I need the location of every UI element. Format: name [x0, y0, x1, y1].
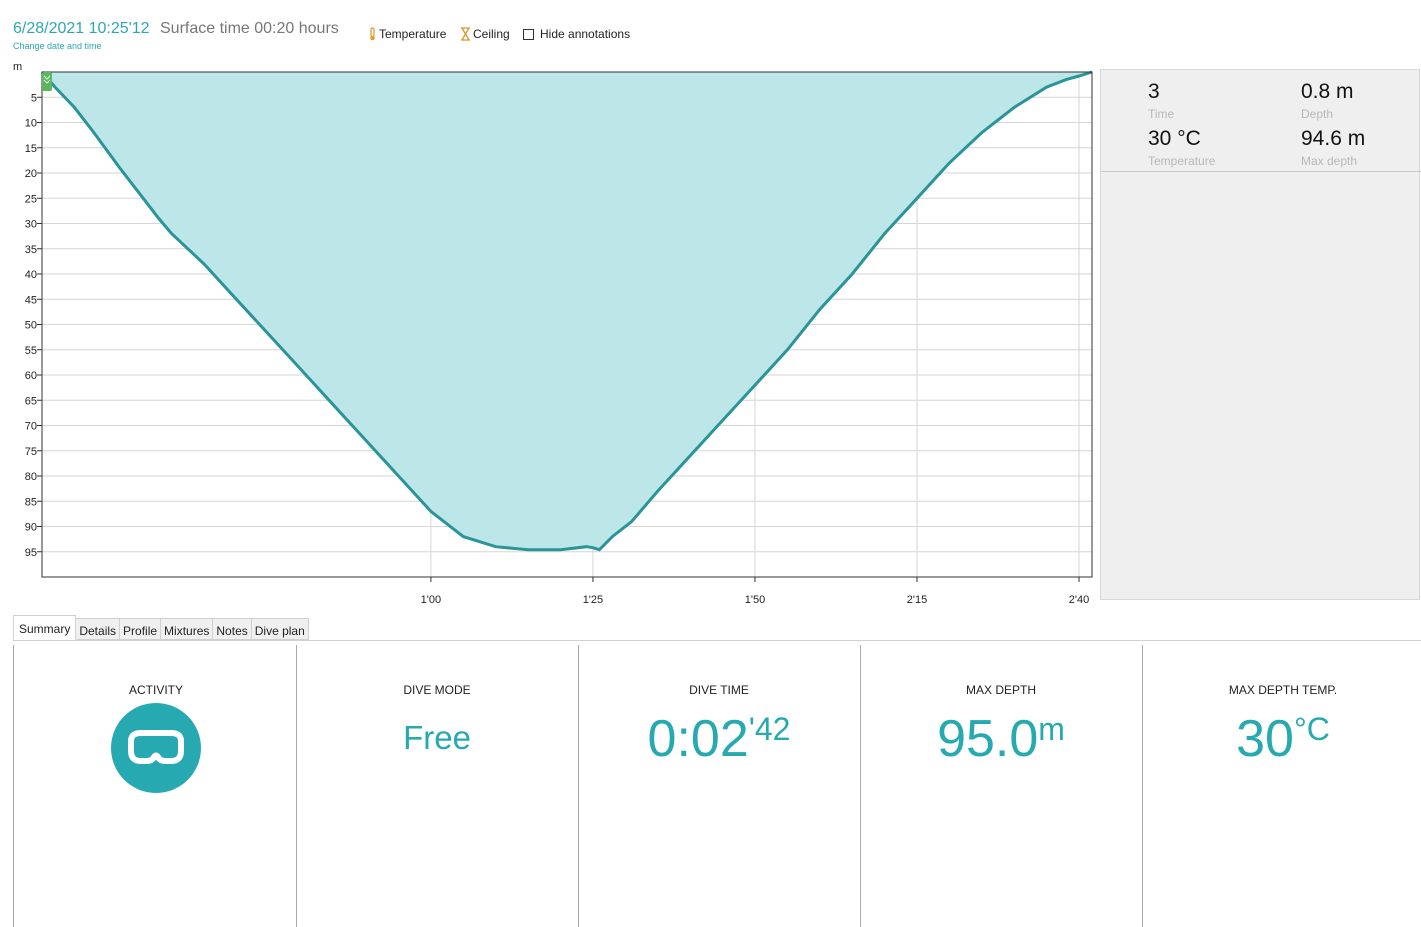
hourglass-icon: [461, 27, 470, 41]
info-time-label: Time: [1148, 107, 1175, 121]
tab-profile[interactable]: Profile: [120, 618, 162, 640]
y-tick-label: 20: [25, 168, 37, 180]
y-axis-unit-label: m: [13, 61, 22, 73]
x-tick-label: 2'15: [907, 594, 927, 606]
ceiling-toggle[interactable]: Ceiling: [460, 27, 510, 41]
y-tick-label: 90: [25, 522, 37, 534]
y-tick-label: 60: [25, 370, 37, 382]
y-tick-label: 15: [25, 143, 37, 155]
change-date-link[interactable]: Change date and time: [13, 41, 102, 51]
y-tick-label: 5: [31, 92, 37, 104]
activity-title: ACTIVITY: [128, 683, 183, 697]
x-tick-label: 2'40: [1069, 594, 1089, 606]
snorkel-mask-icon: [111, 703, 201, 793]
x-tick-label: 1'25: [583, 594, 603, 606]
dive-time-title: DIVE TIME: [689, 683, 749, 697]
tab-summary[interactable]: Summary: [13, 615, 77, 640]
max-depth-temp-value: 30°C: [1143, 709, 1421, 769]
hide-annotations-label: Hide annotations: [540, 27, 631, 41]
tab-details[interactable]: Details: [76, 618, 121, 640]
dive-profile-chart: m 5 10 15 20 25 30 35 40 45 50 55 60 65 70 75 80 85 90 95 1…: [13, 61, 1093, 606]
info-depth-value: 0.8 m: [1301, 80, 1354, 103]
y-tick-label: 35: [25, 244, 37, 256]
y-tick-label: 80: [25, 471, 37, 483]
temperature-label: Temperature: [379, 27, 447, 41]
surface-time: Surface time 00:20 hours: [160, 20, 339, 37]
summary-panel: ACTIVITY DIVE MODE Free DIVE TIME 0:02'4…: [13, 641, 1421, 927]
info-divider: [1101, 171, 1421, 172]
y-tick-label: 85: [25, 496, 37, 508]
tab-strip: Summary Details Profile Mixtures Notes D…: [13, 615, 309, 640]
column-divider: [13, 645, 14, 927]
y-tick-label: 30: [25, 219, 37, 231]
cursor-info-panel: 3 Time 0.8 m Depth 30 °C Temperature 94.…: [1100, 69, 1421, 600]
temperature-toggle[interactable]: Temperature: [368, 27, 446, 41]
info-temperature-value: 30 °C: [1148, 127, 1201, 150]
info-max-depth-value: 94.6 m: [1301, 127, 1366, 150]
max-depth-value: 95.0m: [861, 709, 1141, 769]
tab-mixtures[interactable]: Mixtures: [161, 618, 214, 640]
hide-annotations-checkbox[interactable]: [523, 28, 534, 40]
y-tick-label: 10: [25, 118, 37, 130]
info-time-value: 3: [1148, 80, 1160, 103]
dive-start-marker-icon: [42, 72, 52, 91]
y-tick-label: 45: [25, 294, 37, 306]
ceiling-label: Ceiling: [473, 27, 510, 41]
y-tick-label: 65: [25, 395, 37, 407]
y-tick-label: 50: [25, 320, 37, 332]
y-tick-label: 40: [25, 269, 37, 281]
x-tick-label: 1'50: [745, 594, 765, 606]
max-depth-temp-unit: °C: [1293, 711, 1330, 747]
y-tick-label: 75: [25, 446, 37, 458]
max-depth-main: 95.0: [937, 710, 1039, 768]
tab-dive-plan[interactable]: Dive plan: [251, 618, 309, 640]
y-tick-label: 25: [25, 193, 37, 205]
x-tick-label: 1'00: [421, 594, 441, 606]
max-depth-temp-main: 30: [1236, 710, 1294, 768]
y-tick-label: 70: [25, 421, 37, 433]
dive-date-time: 6/28/2021 10:25'12: [13, 20, 150, 37]
dive-time-main: 0:02: [647, 710, 749, 768]
thermometer-icon: [370, 27, 375, 41]
max-depth-temp-title: MAX DEPTH TEMP.: [1228, 683, 1338, 697]
dive-time-value: 0:02'42: [579, 709, 859, 769]
y-tick-label: 55: [25, 345, 37, 357]
dive-mode-value: Free: [403, 719, 471, 756]
max-depth-title: MAX DEPTH: [965, 683, 1036, 697]
tab-notes[interactable]: Notes: [213, 618, 252, 640]
info-max-depth-label: Max depth: [1301, 154, 1358, 168]
dive-time-seconds: '42: [748, 711, 791, 747]
depth-area-fill: [42, 72, 1092, 550]
info-temperature-label: Temperature: [1148, 154, 1216, 168]
y-tick-label: 95: [25, 547, 37, 559]
max-depth-unit: m: [1038, 711, 1065, 747]
hide-annotations-toggle[interactable]: Hide annotations: [523, 27, 630, 41]
info-depth-label: Depth: [1301, 107, 1334, 121]
dive-mode-title: DIVE MODE: [403, 683, 471, 697]
